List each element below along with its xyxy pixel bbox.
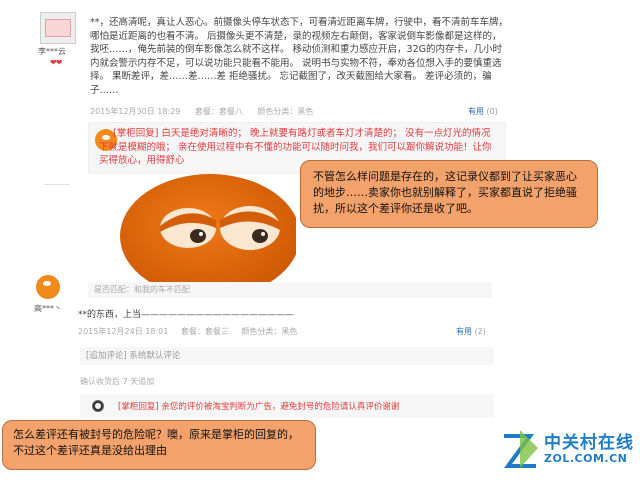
useful-count: (2): [474, 327, 486, 336]
reviewer-avatar: [36, 275, 60, 299]
review-text: **的东西，上当—————————————————: [78, 310, 295, 320]
useful-button[interactable]: 有用 (0): [468, 106, 498, 117]
review-meta: 2015年12月30日 18:29 套餐：套餐八 颜色分类：黑色: [90, 106, 325, 117]
useful-count: (0): [486, 107, 498, 116]
review-text: **，还高清呢，真让人恶心。前摄像头停车状态下，可看清近距离车牌，行驶中，看不清…: [90, 17, 509, 96]
review-color: 颜色分类：黑色: [241, 327, 298, 336]
match-tag: 是否匹配：和我的车不匹配: [88, 282, 492, 298]
additional-review-heading: [追加评论] 系统默认评论: [80, 347, 494, 365]
review-date: 2015年12月24日 18:01: [78, 327, 169, 336]
angry-face-illustration: [120, 174, 296, 288]
additional-review-time: 确认收货后 7 天追加: [80, 377, 155, 386]
review-meta: 2015年12月24日 18:01 套餐：套餐三 颜色分类：黑色: [78, 326, 307, 337]
review-color: 颜色分类：黑色: [257, 107, 314, 116]
commentary-callout: 不管怎么样问题是存在的，这记录仪都到了让买家恶心的地步……卖家你也就别解释了，买…: [300, 160, 598, 228]
reviewer-name: 李***云: [38, 47, 66, 56]
watermark-text-en: ZOL.COM.CN: [544, 452, 628, 465]
useful-label: 有用: [456, 327, 472, 336]
reviewer-name: 高***丶: [34, 304, 62, 313]
reviewer-avatar: [40, 12, 76, 44]
useful-label: 有用: [468, 107, 484, 116]
review-date: 2015年12月30日 18:29: [90, 107, 181, 116]
zol-watermark: 中关村在线 ZOL.COM.CN: [500, 426, 640, 476]
watermark-text-zh: 中关村在线: [544, 433, 634, 453]
seller-reply-text: [掌柜回复] 亲您的评价被淘宝判断为广告，避免封号的危险请认真评价谢谢: [118, 402, 400, 412]
useful-button[interactable]: 有用 (2): [456, 326, 486, 337]
commentary-callout: 怎么差评还有被封号的危险呢？噢，原来是掌柜的回复的，不过这个差评还真是没给出理由: [2, 420, 316, 470]
bmw-logo-icon: [92, 400, 104, 412]
divider: [44, 184, 70, 185]
seller-reply: [掌柜回复] 亲您的评价被淘宝判断为广告，避免封号的危险请认真评价谢谢: [80, 394, 494, 418]
zol-logo-icon: [504, 430, 538, 468]
review-package: 套餐：套餐三: [180, 327, 229, 336]
review-package: 套餐：套餐八: [194, 107, 243, 116]
reviewer-level-badge: ❤❤: [50, 58, 62, 67]
